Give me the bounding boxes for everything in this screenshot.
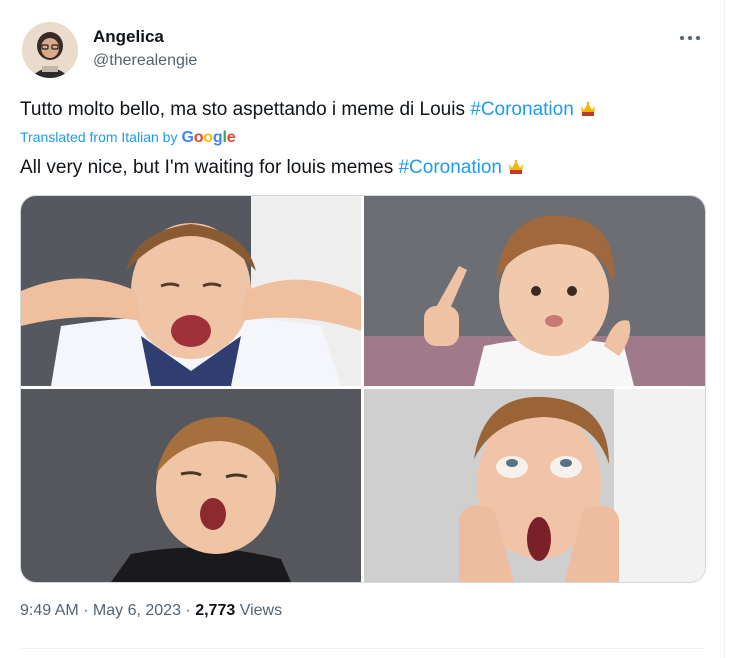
tweet-time[interactable]: 9:49 AM bbox=[20, 602, 79, 619]
tweet-original-text: Tutto molto bello, ma sto aspettando i m… bbox=[20, 99, 597, 124]
media-grid bbox=[20, 195, 706, 583]
original-text: Tutto molto bello, ma sto aspettando i m… bbox=[20, 99, 471, 120]
photo-boy-yawning[interactable] bbox=[21, 389, 361, 582]
translated-by-link[interactable]: Translated from Italian by Google bbox=[20, 129, 236, 147]
author-name[interactable]: Angelica bbox=[93, 27, 164, 47]
avatar[interactable] bbox=[22, 22, 78, 78]
photo-boy-pointing[interactable] bbox=[364, 196, 705, 386]
meta-separator: · bbox=[78, 602, 93, 619]
translated-prefix: Translated from Italian by bbox=[20, 129, 178, 145]
crown-emoji-icon bbox=[507, 158, 525, 182]
crown-emoji-icon bbox=[579, 100, 597, 124]
tweet-meta: 9:49 AM · May 6, 2023 · 2,773 Views bbox=[20, 602, 282, 620]
more-horizontal-icon[interactable] bbox=[676, 28, 706, 48]
photo-boy-hands-on-face[interactable] bbox=[364, 389, 705, 582]
hashtag-link-translated[interactable]: #Coronation bbox=[398, 157, 502, 178]
meta-separator: · bbox=[180, 602, 196, 619]
photo-boy-covering-ears[interactable] bbox=[21, 196, 361, 386]
bottom-divider bbox=[20, 648, 704, 649]
views-label: Views bbox=[235, 602, 283, 619]
tweet-date[interactable]: May 6, 2023 bbox=[93, 602, 181, 619]
tweet-translated-text: All very nice, but I'm waiting for louis… bbox=[20, 157, 525, 182]
translated-text: All very nice, but I'm waiting for louis… bbox=[20, 157, 399, 178]
author-handle[interactable]: @therealengie bbox=[93, 52, 197, 70]
google-logo: Google bbox=[181, 129, 236, 146]
hashtag-link[interactable]: #Coronation bbox=[470, 99, 574, 120]
column-divider bbox=[724, 0, 725, 658]
views-count[interactable]: 2,773 bbox=[195, 602, 235, 619]
